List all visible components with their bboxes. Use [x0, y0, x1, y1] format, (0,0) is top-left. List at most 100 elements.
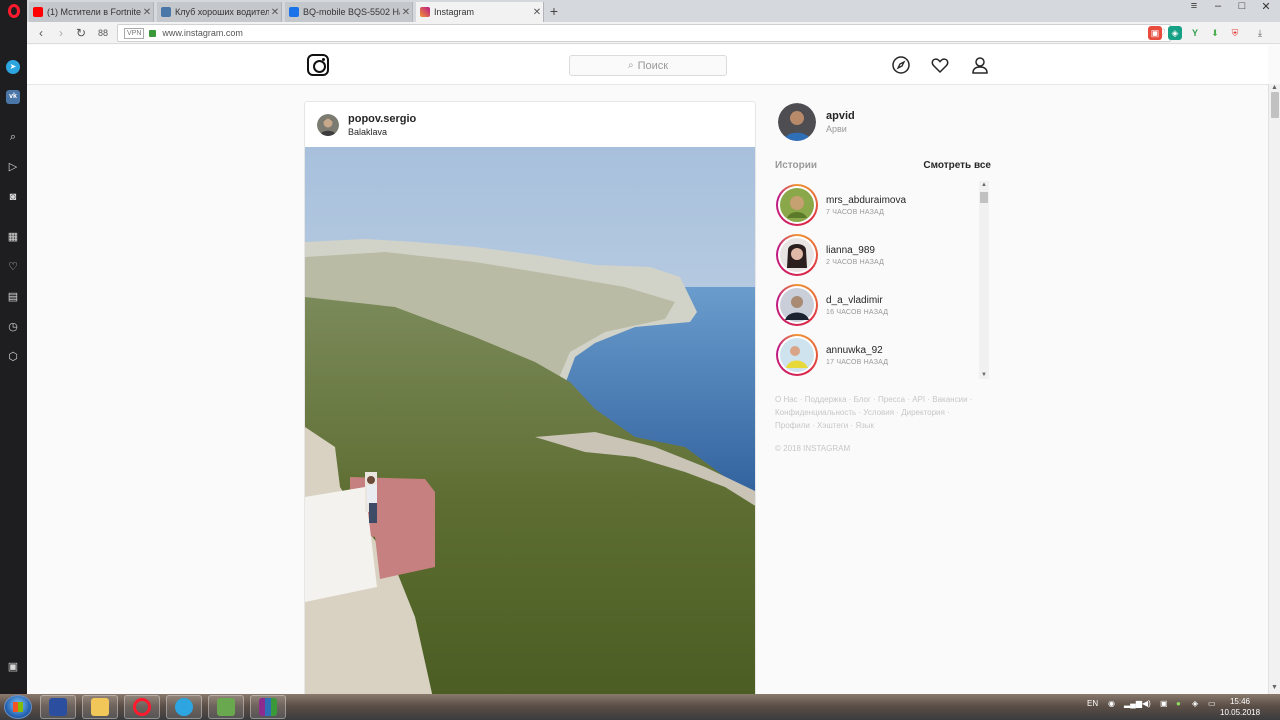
story-username: mrs_abduraimova [826, 194, 907, 206]
folder-icon [91, 698, 109, 716]
tray-shield-icon[interactable]: ◈ [1192, 699, 1198, 708]
instagram-logo-icon[interactable] [307, 54, 329, 76]
opera-menu-button[interactable] [0, 0, 27, 22]
url-field[interactable]: VPN www.instagram.com ▷♡ [117, 24, 1171, 42]
stories-scroll-thumb[interactable] [980, 192, 988, 203]
close-tab-icon[interactable]: ✕ [269, 7, 281, 18]
stories-scrollbar[interactable]: ▲ ▼ [979, 181, 989, 379]
activity-heart-icon[interactable] [930, 55, 950, 75]
close-tab-icon[interactable]: ✕ [141, 7, 153, 18]
tab-vk[interactable]: Клуб хороших водителей ✕ [157, 2, 282, 22]
extension-vpn-icon[interactable]: ◈ [1168, 26, 1182, 40]
speed-dial-button[interactable]: 88 [95, 25, 111, 41]
story-avatar [780, 238, 814, 272]
windows-taskbar: EN ◉ ▂▄▆ ◀) ▣ ● ◈ ▭ 15:46 10.05.2018 [0, 694, 1280, 720]
tray-signal-icon[interactable]: ▂▄▆ [1124, 699, 1142, 708]
page-scrollbar[interactable]: ▲ ▼ [1268, 84, 1280, 694]
footer-link[interactable]: API [912, 395, 925, 404]
story-time: 16 ЧАСОВ НАЗАД [826, 308, 889, 316]
news-icon[interactable]: ▤ [6, 290, 20, 304]
history-icon[interactable]: ◷ [6, 320, 20, 334]
send-icon[interactable]: ▷ [6, 160, 20, 174]
taskbar-winrar[interactable] [250, 695, 286, 719]
post-photo[interactable] [305, 147, 756, 701]
post-username[interactable]: popov.sergio [348, 113, 416, 125]
vpn-badge[interactable]: VPN [124, 27, 145, 39]
footer-link[interactable]: Пресса [878, 395, 905, 404]
url-text[interactable]: www.instagram.com [162, 28, 1149, 38]
sidebar-toggle-icon[interactable]: ▣ [6, 660, 20, 674]
scroll-up-arrow-icon[interactable]: ▲ [979, 182, 989, 188]
address-bar: ‹ › ↻ 88 VPN www.instagram.com ▷♡ ▣ ◈ Y … [27, 22, 1280, 44]
tab-youtube[interactable]: (1) Мстители в Fortnite и ✕ [29, 2, 154, 22]
tray-app-icon[interactable]: ▣ [1160, 699, 1168, 708]
close-tab-icon[interactable]: ✕ [531, 7, 543, 18]
explore-compass-icon[interactable] [891, 55, 911, 75]
taskbar-explorer[interactable] [82, 695, 118, 719]
reload-button[interactable]: ↻ [73, 25, 89, 41]
taskbar-save-app[interactable] [40, 695, 76, 719]
extension-shop-icon[interactable]: ▣ [1148, 26, 1162, 40]
scroll-down-arrow-icon[interactable]: ▼ [979, 372, 989, 378]
post-location[interactable]: Balaklava [348, 127, 416, 137]
tray-green-icon[interactable]: ● [1176, 699, 1181, 708]
taskbar-telegram[interactable] [166, 695, 202, 719]
extension-shield-icon[interactable]: ⛨ [1228, 26, 1242, 40]
story-item[interactable]: d_a_vladimir 16 ЧАСОВ НАЗАД [776, 283, 976, 327]
tab-menu-icon[interactable]: ≡ [1182, 0, 1206, 14]
footer-link[interactable]: Вакансии [932, 395, 967, 404]
system-clock[interactable]: 15:46 10.05.2018 [1220, 696, 1260, 718]
tab-bq-mobile[interactable]: BQ-mobile BQS-5502 Ham ✕ [285, 2, 413, 22]
current-username[interactable]: apvid [826, 110, 855, 122]
scroll-down-arrow-icon[interactable]: ▼ [1269, 684, 1280, 694]
footer-link[interactable]: Хэштеги [817, 421, 848, 430]
tab-title: BQ-mobile BQS-5502 Ham [303, 7, 400, 17]
downloads-icon[interactable]: ⤓ [1253, 26, 1267, 40]
story-item[interactable]: lianna_989 2 ЧАСОВ НАЗАД [776, 233, 976, 277]
story-item[interactable]: mrs_abduraimova 7 ЧАСОВ НАЗАД [776, 183, 976, 227]
youtube-favicon-icon [33, 7, 43, 17]
extension-y-icon[interactable]: Y [1188, 26, 1202, 40]
footer-link[interactable]: Условия [863, 408, 894, 417]
heart-icon[interactable]: ♡ [6, 260, 20, 274]
new-tab-button[interactable]: + [546, 3, 562, 19]
post-author-avatar[interactable] [317, 113, 339, 136]
footer-link[interactable]: Язык [855, 421, 874, 430]
minimize-button[interactable]: – [1206, 0, 1230, 14]
current-user-avatar[interactable] [778, 103, 816, 141]
forward-button[interactable]: › [53, 25, 69, 41]
extension-download-arrow-icon[interactable]: ⬇ [1208, 26, 1222, 40]
footer-link[interactable]: О Нас [775, 395, 798, 404]
footer-link[interactable]: Профили [775, 421, 810, 430]
taskbar-opera[interactable] [124, 695, 160, 719]
camera-icon[interactable]: ◙ [6, 190, 20, 204]
clock-time: 15:46 [1229, 697, 1251, 706]
stories-label: Истории [775, 160, 818, 171]
maximize-button[interactable]: □ [1230, 0, 1254, 14]
back-button[interactable]: ‹ [33, 25, 49, 41]
grid-icon[interactable]: ▦ [6, 230, 20, 244]
tray-volume-icon[interactable]: ◀) [1142, 699, 1151, 708]
start-button[interactable] [4, 695, 32, 719]
telegram-icon[interactable]: ➤ [6, 60, 20, 74]
footer-link[interactable]: Конфиденциальность [775, 408, 856, 417]
profile-user-icon[interactable] [970, 55, 990, 75]
vk-icon[interactable]: vk [6, 90, 20, 104]
search-input[interactable]: ⌕ Поиск [569, 55, 727, 76]
tray-network-icon[interactable]: ◉ [1108, 699, 1115, 708]
language-indicator[interactable]: EN [1087, 699, 1098, 708]
extensions-cube-icon[interactable]: ⬡ [6, 350, 20, 364]
footer-link[interactable]: Директория [901, 408, 945, 417]
search-icon[interactable]: ⌕ [6, 130, 20, 144]
lock-icon[interactable] [149, 29, 157, 37]
footer-link[interactable]: Поддержка [805, 395, 847, 404]
tab-instagram[interactable]: Instagram ✕ [416, 2, 544, 22]
see-all-stories-link[interactable]: Смотреть все [923, 160, 991, 171]
taskbar-notepad[interactable] [208, 695, 244, 719]
close-window-button[interactable]: ✕ [1254, 0, 1278, 14]
close-tab-icon[interactable]: ✕ [400, 7, 412, 18]
page-scroll-thumb[interactable] [1271, 92, 1279, 118]
story-item[interactable]: annuwka_92 17 ЧАСОВ НАЗАД [776, 333, 976, 377]
tray-battery-icon[interactable]: ▭ [1208, 699, 1216, 708]
footer-link[interactable]: Блог [854, 395, 871, 404]
